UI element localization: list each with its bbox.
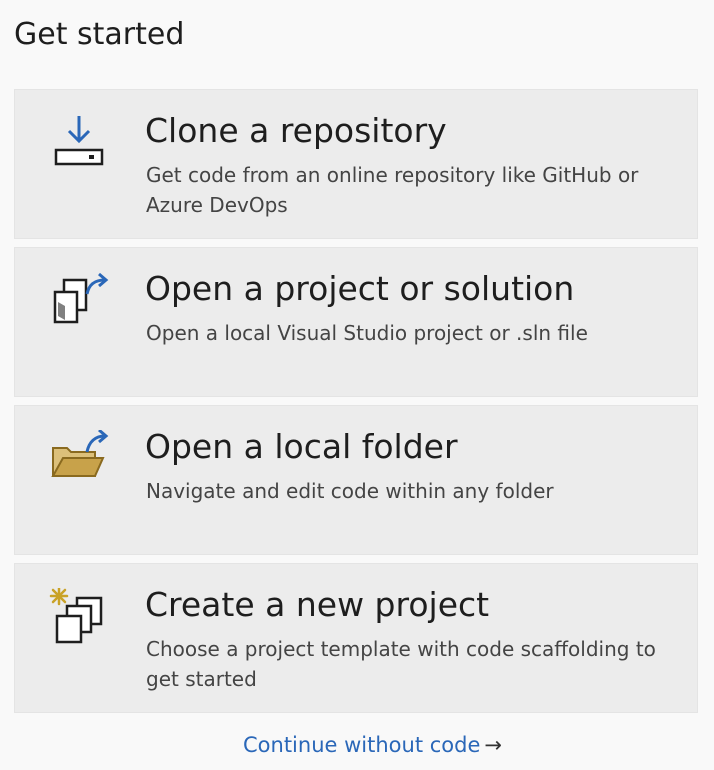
clone-repository-card[interactable]: Clone a repository Get code from an onli…: [14, 89, 698, 239]
card-description: Open a local Visual Studio project or .s…: [146, 321, 588, 345]
arrow-right-icon: →: [484, 733, 502, 757]
card-title: Create a new project: [145, 585, 490, 624]
open-folder-icon: [49, 430, 109, 486]
card-description: Choose a project template with code scaf…: [146, 637, 656, 691]
card-description: Navigate and edit code within any folder: [146, 479, 554, 503]
card-title: Open a local folder: [145, 427, 458, 466]
open-project-card[interactable]: Open a project or solution Open a local …: [14, 247, 698, 397]
open-project-icon: [49, 272, 109, 328]
card-description: Get code from an online repository like …: [146, 163, 639, 217]
page-title: Get started: [14, 17, 185, 52]
clone-download-icon: [49, 114, 109, 170]
new-project-icon: [49, 588, 109, 644]
continue-link-label: Continue without code: [243, 733, 481, 757]
create-project-card[interactable]: Create a new project Choose a project te…: [14, 563, 698, 713]
open-folder-card[interactable]: Open a local folder Navigate and edit co…: [14, 405, 698, 555]
continue-without-code-link[interactable]: Continue without code →: [243, 731, 502, 759]
card-title: Open a project or solution: [145, 269, 575, 308]
get-started-page: Get started Clone a repository Get code …: [0, 0, 714, 770]
card-title: Clone a repository: [145, 111, 447, 150]
